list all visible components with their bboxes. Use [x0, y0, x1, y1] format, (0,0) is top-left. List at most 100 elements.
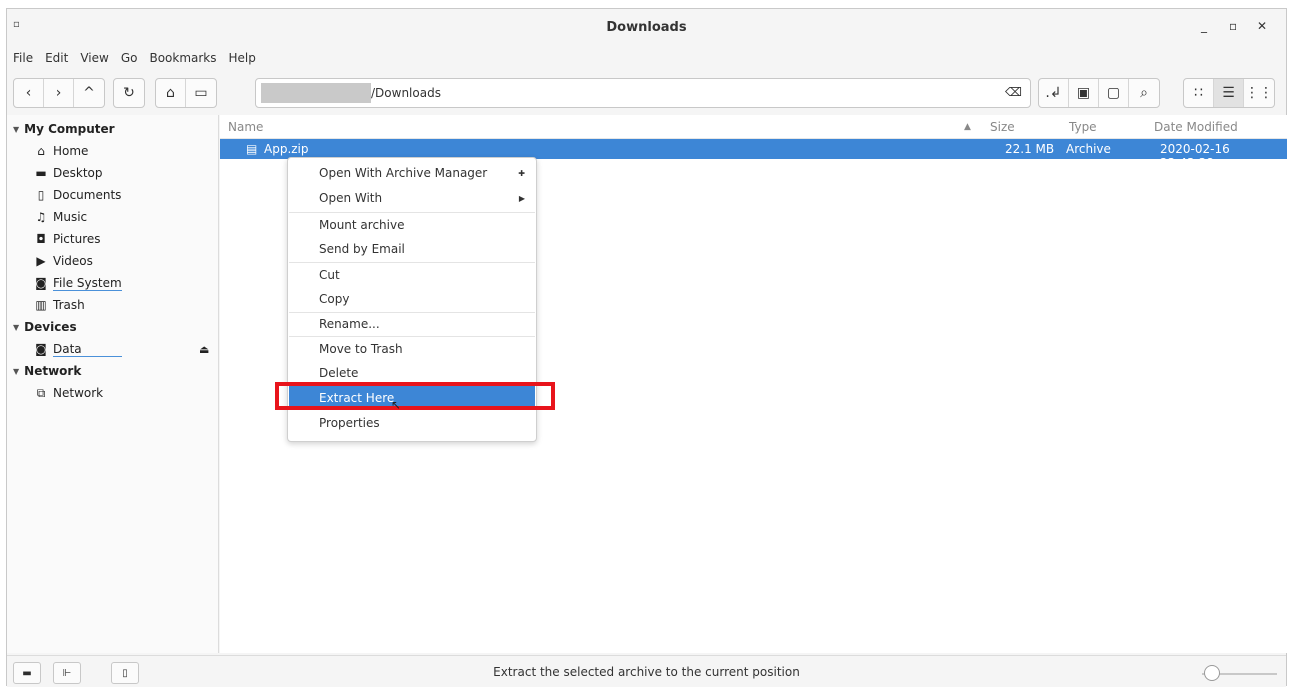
reload-icon: ↻: [123, 85, 135, 101]
new-folder-button[interactable]: ▢: [1099, 79, 1129, 107]
sidebar-item-pictures[interactable]: ◘ Pictures: [7, 228, 218, 250]
camera-icon: ◘: [36, 232, 46, 246]
chevron-left-icon: ‹: [25, 85, 32, 101]
file-name: App.zip: [264, 142, 309, 156]
drive-icon: ◙: [35, 276, 47, 290]
sidebar-item-trash[interactable]: ▥ Trash: [7, 294, 218, 316]
column-date[interactable]: Date Modified: [1154, 120, 1238, 134]
table-row[interactable]: ▤ App.zip 22.1 MB Archive 2020-02-16 23:…: [220, 139, 1287, 170]
panel-icon: ▯: [122, 667, 128, 679]
sidebar-item-file-system[interactable]: ◙ File System: [7, 272, 218, 294]
section-my-computer[interactable]: ▼ My Computer: [7, 118, 218, 140]
maximize-icon[interactable]: ▫: [1229, 19, 1237, 33]
video-icon: ▶: [36, 254, 46, 268]
sidebar-item-home[interactable]: ⌂ Home: [7, 140, 218, 162]
highlight-box: [275, 382, 555, 410]
menu-item-open-with-archive-manager[interactable]: Open With Archive Manager ✚: [289, 161, 535, 185]
plus-icon: ✚: [518, 168, 525, 178]
status-text: Extract the selected archive to the curr…: [493, 665, 800, 679]
folder-icon: ▬: [35, 166, 47, 180]
list-view-button[interactable]: ☰: [1214, 79, 1244, 107]
sidebar-item-data[interactable]: ◙ Data ⏏: [7, 338, 218, 360]
collapse-icon: ▼: [13, 124, 20, 134]
file-date: 2020-02-16 23:43:38: [1160, 142, 1230, 170]
view-group: ∷ ☰ ⋮⋮: [1183, 78, 1275, 108]
folder-icon: ▬: [22, 667, 32, 679]
menu-bookmarks[interactable]: Bookmarks: [143, 51, 222, 65]
menu-item-cut[interactable]: Cut: [289, 263, 535, 287]
eject-icon[interactable]: ⏏: [199, 343, 209, 356]
edit-path-icon: .↲: [1045, 85, 1062, 101]
column-type[interactable]: Type: [1069, 120, 1097, 134]
menu-item-properties[interactable]: Properties: [289, 411, 535, 435]
forward-button[interactable]: ›: [44, 79, 74, 107]
music-icon: ♫: [35, 210, 47, 224]
computer-icon: ▭: [194, 85, 208, 101]
sidebar: ▼ My Computer ⌂ Home ▬ Desktop ▯ Documents ♫…: [7, 115, 219, 653]
drive-icon: ◙: [35, 342, 47, 356]
column-headers: Name ▲ Size Type Date Modified: [220, 115, 1287, 139]
menu-item-move-to-trash[interactable]: Move to Trash: [289, 337, 535, 361]
home-icon: ⌂: [166, 85, 175, 101]
menu-item-copy[interactable]: Copy: [289, 287, 535, 311]
file-size: 22.1 MB: [1005, 142, 1055, 156]
menu-edit[interactable]: Edit: [39, 51, 74, 65]
compact-icon: ⋮⋮: [1245, 85, 1273, 101]
icon-view-button[interactable]: ∷: [1184, 79, 1214, 107]
section-network[interactable]: ▼ Network: [7, 360, 218, 382]
show-treeview-button[interactable]: ⊩: [53, 662, 81, 684]
reload-button[interactable]: ↻: [114, 79, 144, 107]
back-button[interactable]: ‹: [14, 79, 44, 107]
column-name[interactable]: Name: [228, 120, 263, 134]
app-menu-icon[interactable]: ▫: [13, 19, 20, 30]
nav-group: ‹ › ^: [13, 78, 105, 108]
sidebar-item-desktop[interactable]: ▬ Desktop: [7, 162, 218, 184]
column-size[interactable]: Size: [990, 120, 1015, 134]
new-folder-icon: ▢: [1106, 85, 1121, 101]
menu-view[interactable]: View: [74, 51, 114, 65]
close-icon[interactable]: ✕: [1257, 19, 1267, 33]
location-bar[interactable]: /Downloads ⌫: [255, 78, 1031, 108]
sidebar-item-music[interactable]: ♫ Music: [7, 206, 218, 228]
menu-item-send-by-email[interactable]: Send by Email: [289, 237, 535, 261]
search-button[interactable]: ⌕: [1129, 79, 1159, 107]
menu-item-open-with[interactable]: Open With ▶: [289, 186, 535, 210]
sidebar-item-documents[interactable]: ▯ Documents: [7, 184, 218, 206]
terminal-button[interactable]: ▣: [1069, 79, 1099, 107]
mouse-cursor-icon: ↖: [391, 398, 402, 412]
sidebar-item-network[interactable]: ⧉ Network: [7, 382, 218, 404]
hide-sidebar-button[interactable]: ▯: [111, 662, 139, 684]
menu-go[interactable]: Go: [115, 51, 144, 65]
computer-button[interactable]: ▭: [186, 79, 216, 107]
zoom-slider-handle[interactable]: [1204, 665, 1220, 681]
collapse-icon: ▼: [13, 366, 20, 376]
sidebar-item-videos[interactable]: ▶ Videos: [7, 250, 218, 272]
network-icon: ⧉: [36, 385, 46, 400]
menu-item-mount-archive[interactable]: Mount archive: [289, 213, 535, 237]
submenu-arrow-icon: ▶: [518, 193, 525, 203]
tools-group: .↲ ▣ ▢ ⌕: [1038, 78, 1160, 108]
grid-icon: ∷: [1194, 85, 1203, 101]
toggle-location-button[interactable]: .↲: [1039, 79, 1069, 107]
chevron-up-icon: ^: [83, 85, 95, 101]
compact-view-button[interactable]: ⋮⋮: [1244, 79, 1274, 107]
show-sidebar-button[interactable]: ▬: [13, 662, 41, 684]
menu-item-rename[interactable]: Rename...: [289, 312, 535, 336]
menu-bar: File Edit View Go Bookmarks Help: [7, 47, 262, 69]
collapse-icon: ▼: [13, 322, 20, 332]
file-type: Archive: [1066, 142, 1111, 156]
trash-icon: ▥: [35, 298, 47, 312]
archive-icon: ▤: [246, 142, 258, 156]
list-icon: ☰: [1222, 85, 1235, 101]
minimize-icon[interactable]: _: [1201, 19, 1207, 33]
section-devices[interactable]: ▼ Devices: [7, 316, 218, 338]
menu-file[interactable]: File: [7, 51, 39, 65]
tree-icon: ⊩: [62, 667, 72, 679]
search-icon: ⌕: [1140, 85, 1148, 101]
window-title: Downloads: [606, 19, 687, 35]
home-button[interactable]: ⌂: [156, 79, 186, 107]
menu-help[interactable]: Help: [223, 51, 262, 65]
toolbar: ‹ › ^ ↻ ⌂ ▭ /Downloads ⌫ .↲ ▣ ▢ ⌕ ∷ ☰ ⋮⋮: [7, 73, 1286, 111]
clear-location-icon[interactable]: ⌫: [1005, 85, 1022, 99]
up-button[interactable]: ^: [74, 79, 104, 107]
